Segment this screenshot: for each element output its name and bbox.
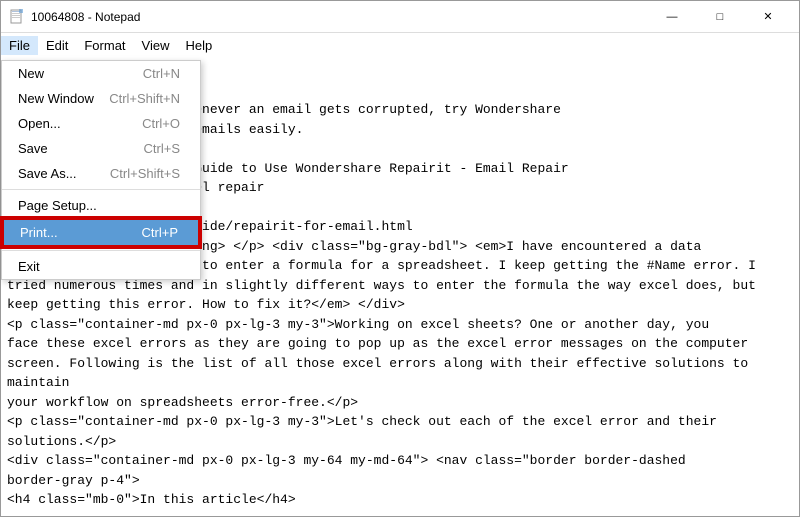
separator-1	[2, 189, 200, 190]
menu-save-as[interactable]: Save As... Ctrl+Shift+S	[2, 161, 200, 186]
menu-save[interactable]: Save Ctrl+S	[2, 136, 200, 161]
notepad-window: 10064808 - Notepad — □ ✕ File New Ctrl+N…	[0, 0, 800, 517]
title-bar-left: 10064808 - Notepad	[9, 9, 140, 25]
window-title: 10064808 - Notepad	[31, 10, 140, 24]
menu-open[interactable]: Open... Ctrl+O	[2, 111, 200, 136]
menu-edit[interactable]: Edit	[38, 36, 76, 55]
notepad-icon	[9, 9, 25, 25]
menu-file[interactable]: File New Ctrl+N New Window Ctrl+Shift+N …	[1, 36, 38, 55]
menu-print[interactable]: Print... Ctrl+P	[2, 218, 200, 247]
separator-2	[2, 250, 200, 251]
menu-help[interactable]: Help	[177, 36, 220, 55]
menu-new[interactable]: New Ctrl+N	[2, 61, 200, 86]
menu-bar: File New Ctrl+N New Window Ctrl+Shift+N …	[1, 33, 799, 57]
menu-format[interactable]: Format	[76, 36, 133, 55]
menu-new-window[interactable]: New Window Ctrl+Shift+N	[2, 86, 200, 111]
window-controls: — □ ✕	[649, 7, 791, 27]
file-dropdown: New Ctrl+N New Window Ctrl+Shift+N Open.…	[1, 60, 201, 280]
title-bar: 10064808 - Notepad — □ ✕	[1, 1, 799, 33]
close-button[interactable]: ✕	[745, 7, 791, 27]
maximize-button[interactable]: □	[697, 7, 743, 27]
menu-exit[interactable]: Exit	[2, 254, 200, 279]
menu-view[interactable]: View	[134, 36, 178, 55]
menu-page-setup[interactable]: Page Setup...	[2, 193, 200, 218]
minimize-button[interactable]: —	[649, 7, 695, 27]
